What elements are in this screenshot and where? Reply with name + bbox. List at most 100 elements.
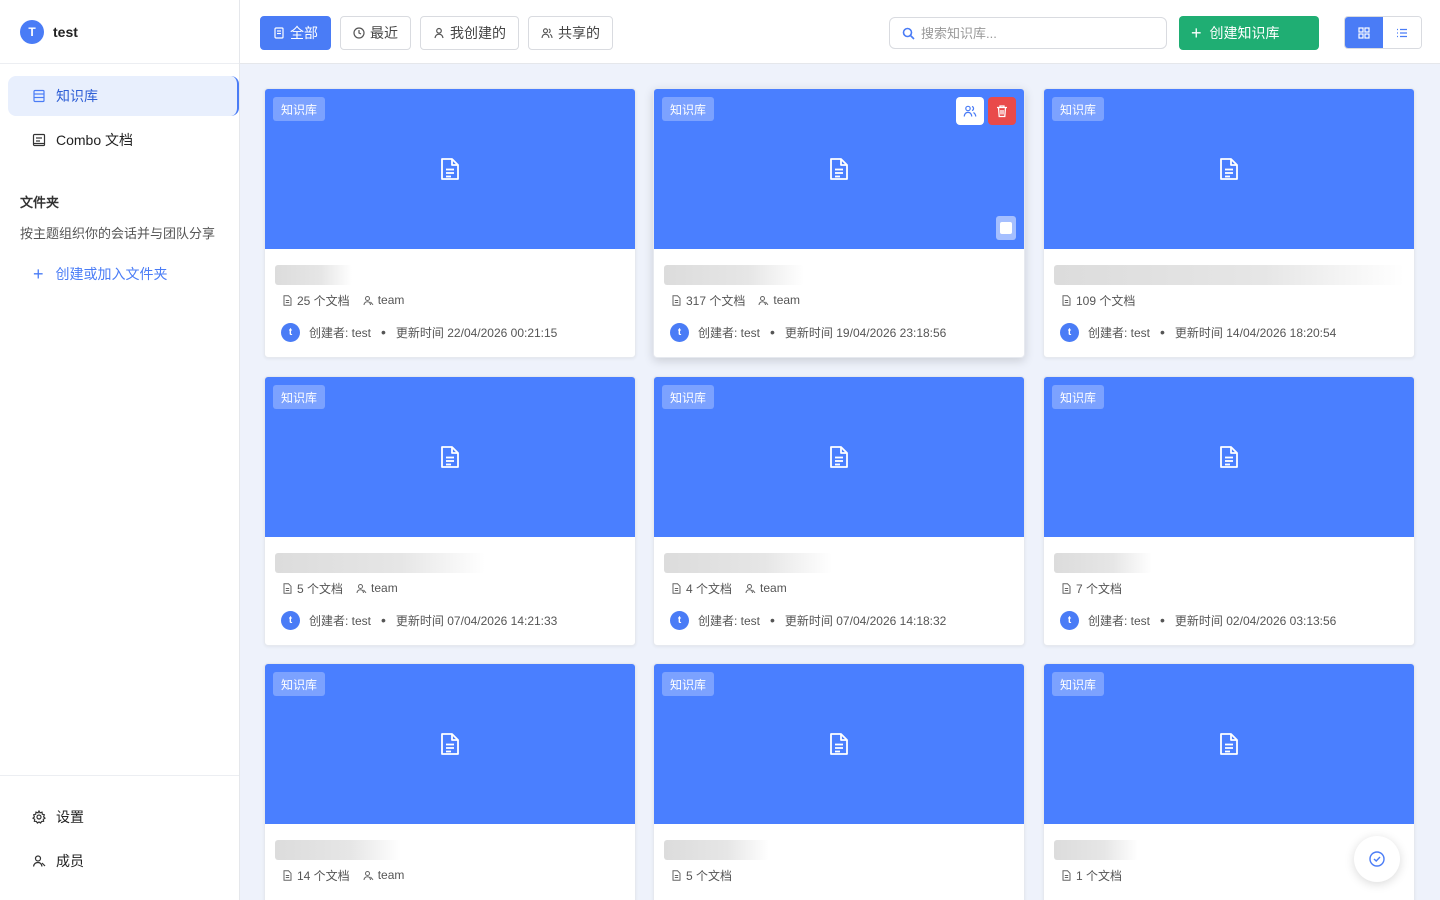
author-avatar: t xyxy=(1060,610,1079,630)
card-cover: 知识库 xyxy=(1044,377,1414,537)
document-count: 109 个文档 xyxy=(1076,293,1136,308)
knowledge-base-card[interactable]: 知识库 5 个文档 team t 创建者: test • 更新时间 07/04/… xyxy=(264,376,636,646)
file-icon xyxy=(282,582,293,594)
list-view-button[interactable] xyxy=(1383,17,1421,48)
knowledge-base-card[interactable]: 知识库 25 个文档 team t 创建者: test • 更新时间 22/04… xyxy=(264,88,636,358)
delete-button[interactable] xyxy=(988,97,1016,125)
sidebar-footer: 设置 成员 xyxy=(0,775,239,883)
knowledge-base-card[interactable]: 知识库 109 个文档 t 创建者: test • 更新时间 14/04/202… xyxy=(1043,88,1415,358)
card-title-redacted xyxy=(1054,553,1152,573)
create-folder-button[interactable]: + 创建或加入文件夹 xyxy=(33,264,239,284)
card-body: 7 个文档 t 创建者: test • 更新时间 02/04/2026 03:1… xyxy=(1044,537,1414,630)
share-users-icon xyxy=(963,104,977,118)
share-button[interactable] xyxy=(956,97,984,125)
team-label: team xyxy=(773,293,801,307)
team-badge: team xyxy=(363,868,405,882)
knowledge-base-card[interactable]: 知识库 14 个文档 team xyxy=(264,663,636,900)
select-checkbox[interactable] xyxy=(996,216,1016,240)
card-meta: 1 个文档 xyxy=(1054,866,1404,884)
sidebar-item-settings[interactable]: 设置 xyxy=(0,795,239,839)
grid-view-button[interactable] xyxy=(1345,17,1383,48)
team-icon xyxy=(758,295,769,306)
creator-label: 创建者: test xyxy=(309,613,372,628)
author-avatar: t xyxy=(670,322,689,342)
filter-label: 最近 xyxy=(370,25,398,41)
create-knowledge-base-button[interactable]: + 创建知识库 xyxy=(1179,16,1319,50)
filter-mine-button[interactable]: 我创建的 xyxy=(420,16,519,50)
create-knowledge-base-label: 创建知识库 xyxy=(1209,25,1280,41)
floating-help-button[interactable] xyxy=(1354,836,1400,882)
card-type-tag: 知识库 xyxy=(662,672,715,696)
card-body: 109 个文档 t 创建者: test • 更新时间 14/04/2026 18… xyxy=(1044,249,1414,342)
knowledge-base-card[interactable]: 知识库 317 个文档 team t 创建者: test • 更新时间 19/0… xyxy=(653,88,1025,358)
team-label: team xyxy=(377,868,405,882)
filter-shared-button[interactable]: 共享的 xyxy=(528,16,613,50)
workspace-name: test xyxy=(53,23,78,40)
gear-icon xyxy=(32,810,46,824)
author-avatar: t xyxy=(1060,322,1079,342)
author-avatar: t xyxy=(281,322,300,342)
help-icon xyxy=(1367,849,1387,869)
card-cover: 知识库 xyxy=(654,377,1024,537)
card-title-redacted xyxy=(664,553,832,573)
filter-all-button[interactable]: 全部 xyxy=(260,16,331,50)
combo-doc-icon xyxy=(32,133,46,147)
workspace-header[interactable]: T test xyxy=(0,0,239,64)
document-count: 5 个文档 xyxy=(686,868,733,883)
knowledge-base-card[interactable]: 知识库 4 个文档 team t 创建者: test • 更新时间 07/04/… xyxy=(653,376,1025,646)
knowledge-base-card[interactable]: 知识库 5 个文档 • xyxy=(653,663,1025,900)
document-count: 7 个文档 xyxy=(1076,581,1123,596)
knowledge-base-card[interactable]: 知识库 7 个文档 t 创建者: test • 更新时间 02/04/2026 … xyxy=(1043,376,1415,646)
creator-label: 创建者: test xyxy=(1088,325,1151,340)
card-title-redacted xyxy=(664,265,804,285)
card-cover: 知识库 xyxy=(265,377,635,537)
card-author-row: t 创建者: test • 更新时间 14/04/2026 18:20:54 xyxy=(1054,322,1404,342)
author-avatar: t xyxy=(670,610,689,630)
sidebar-nav: 知识库 Combo 文档 xyxy=(0,64,239,160)
grid-view-icon xyxy=(1358,26,1370,39)
card-author-row: t 创建者: test • 更新时间 19/04/2026 23:18:56 xyxy=(664,322,1014,342)
team-label: team xyxy=(760,581,787,595)
sidebar-item-combo-docs[interactable]: Combo 文档 xyxy=(8,120,239,160)
plus-icon: + xyxy=(1191,23,1202,43)
card-title-redacted xyxy=(275,553,485,573)
sidebar-item-members[interactable]: 成员 xyxy=(0,839,239,883)
card-type-tag: 知识库 xyxy=(1052,672,1105,696)
updated-time: 更新时间 22/04/2026 00:21:15 xyxy=(395,325,558,340)
updated-time: 更新时间 14/04/2026 18:20:54 xyxy=(1174,325,1337,340)
document-icon xyxy=(1218,445,1240,469)
team-label: team xyxy=(371,581,398,595)
document-count: 25 个文档 xyxy=(297,293,350,308)
card-body: 14 个文档 team • xyxy=(265,824,635,900)
filter-label: 共享的 xyxy=(558,25,600,41)
file-icon xyxy=(671,582,682,594)
card-meta: 7 个文档 xyxy=(1054,579,1404,597)
checkbox-box xyxy=(1000,222,1012,234)
team-badge: team xyxy=(363,293,404,307)
sidebar-item-label: 成员 xyxy=(56,853,84,869)
filter-recent-button[interactable]: 最近 xyxy=(340,16,411,50)
document-count: 5 个文档 xyxy=(297,581,344,596)
creator-label: 创建者: test xyxy=(698,613,761,628)
separator-dot: • xyxy=(770,324,775,340)
updated-time: 更新时间 07/04/2026 14:21:33 xyxy=(395,613,558,628)
sidebar-item-label: Combo 文档 xyxy=(56,132,134,148)
search-box[interactable] xyxy=(889,17,1167,49)
card-meta: 5 个文档 xyxy=(664,866,1014,884)
trash-icon xyxy=(995,104,1009,118)
separator-dot: • xyxy=(770,612,775,628)
separator-dot: • xyxy=(381,612,386,628)
users-icon xyxy=(541,27,553,39)
document-icon xyxy=(828,732,850,756)
creator-label: 创建者: test xyxy=(1088,613,1151,628)
create-folder-label: 创建或加入文件夹 xyxy=(55,266,168,282)
card-author-row: t 创建者: test • 更新时间 22/04/2026 00:21:15 xyxy=(275,322,625,342)
card-cover: 知识库 xyxy=(654,89,1024,249)
file-icon xyxy=(1061,294,1072,306)
search-input[interactable] xyxy=(921,25,1151,41)
sidebar-item-knowledge-base[interactable]: 知识库 xyxy=(8,76,239,116)
team-icon xyxy=(745,583,756,594)
file-icon xyxy=(1061,582,1072,594)
card-meta: 109 个文档 xyxy=(1054,291,1404,309)
card-title-redacted xyxy=(275,265,352,285)
